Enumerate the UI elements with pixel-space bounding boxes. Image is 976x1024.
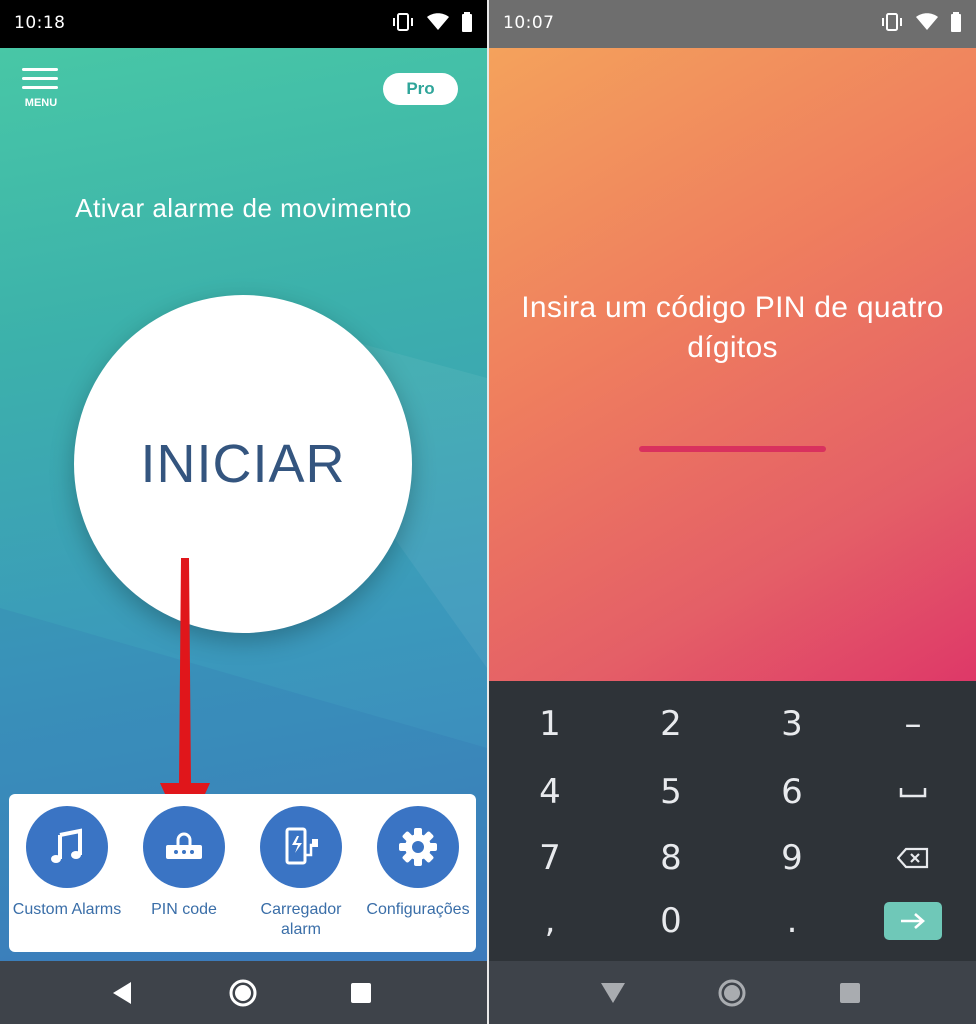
start-label: INICIAR [140, 434, 346, 494]
wifi-icon [427, 13, 449, 30]
nav-bar [0, 961, 487, 1024]
key-4[interactable]: 4 [500, 762, 600, 822]
music-note-icon [26, 806, 108, 888]
phone-left: 10:18 MENU Pro Ativar alarme de moviment… [0, 0, 487, 1024]
menu-button[interactable]: MENU [22, 68, 60, 112]
hamburger-bar [22, 86, 58, 89]
status-bar: 10:18 [0, 0, 487, 48]
key-5[interactable]: 5 [621, 762, 721, 822]
nav-bar [489, 961, 976, 1024]
status-icons [880, 12, 962, 32]
key-7[interactable]: 7 [500, 828, 600, 888]
key-6[interactable]: 6 [742, 762, 842, 822]
pro-button[interactable]: Pro [383, 73, 458, 105]
key-1[interactable]: 1 [500, 694, 600, 754]
status-time: 10:07 [503, 13, 555, 33]
pin-entry-screen: Insira um código PIN de quatro dígitos [489, 48, 976, 681]
feature-pin-code[interactable]: PIN code [125, 806, 243, 920]
feature-custom-alarms[interactable]: Custom Alarms [8, 806, 126, 920]
phone-right: 10:07 Insira um código PIN de quatro díg… [489, 0, 976, 1024]
down-triangle-icon [601, 983, 625, 1003]
hide-keyboard-button[interactable] [597, 977, 629, 1009]
hamburger-bar [22, 77, 58, 80]
home-icon [229, 979, 257, 1007]
key-2[interactable]: 2 [621, 694, 721, 754]
home-button[interactable] [716, 977, 748, 1009]
feature-label: Carregador alarm [260, 901, 342, 938]
back-button[interactable] [107, 977, 139, 1009]
feature-label: Custom Alarms [12, 901, 122, 918]
recents-button[interactable] [345, 977, 377, 1009]
menu-label: MENU [24, 97, 58, 109]
key-comma[interactable]: , [500, 891, 600, 951]
enter-arrow-icon [901, 913, 925, 929]
feature-settings[interactable]: Configurações [359, 806, 477, 920]
status-bar: 10:07 [489, 0, 976, 48]
key-8[interactable]: 8 [621, 828, 721, 888]
pin-keypad-icon [143, 806, 225, 888]
home-button[interactable] [227, 977, 259, 1009]
key-3[interactable]: 3 [742, 694, 842, 754]
charger-icon [260, 806, 342, 888]
hamburger-icon [22, 68, 58, 71]
backspace-icon [897, 847, 929, 869]
key-0[interactable]: 0 [621, 891, 721, 951]
numeric-keypad: 1 2 3 – 4 5 6 7 8 9 , 0 . [489, 681, 976, 961]
status-icons [391, 12, 473, 32]
feature-bar: Custom Alarms PIN code Carregador alarm … [9, 794, 476, 952]
enter-key[interactable] [884, 902, 942, 940]
battery-icon [462, 12, 472, 32]
recents-button[interactable] [834, 977, 866, 1009]
start-button[interactable]: INICIAR [74, 295, 412, 633]
feature-charger-alarm[interactable]: Carregador alarm [242, 806, 360, 940]
wifi-icon [916, 13, 938, 30]
gear-icon [377, 806, 459, 888]
pin-prompt: Insira um código PIN de quatro dígitos [521, 291, 944, 364]
key-dash[interactable]: – [863, 694, 963, 754]
recents-icon [351, 983, 371, 1003]
headline: Ativar alarme de movimento [75, 193, 412, 223]
back-icon [113, 982, 131, 1004]
feature-label: Configurações [366, 901, 470, 918]
key-backspace[interactable] [863, 828, 963, 888]
feature-label: PIN code [151, 901, 217, 918]
motion-alarm-screen: MENU Pro Ativar alarme de movimento INIC… [0, 48, 487, 961]
space-key-icon [899, 788, 927, 798]
vibrate-icon [393, 13, 413, 31]
home-icon [718, 979, 746, 1007]
key-9[interactable]: 9 [742, 828, 842, 888]
recents-icon [840, 983, 860, 1003]
status-time: 10:18 [14, 13, 66, 33]
key-period[interactable]: . [742, 891, 842, 951]
key-space[interactable] [863, 762, 963, 822]
battery-icon [951, 12, 961, 32]
pin-input-underline[interactable] [639, 446, 826, 452]
vibrate-icon [882, 13, 902, 31]
